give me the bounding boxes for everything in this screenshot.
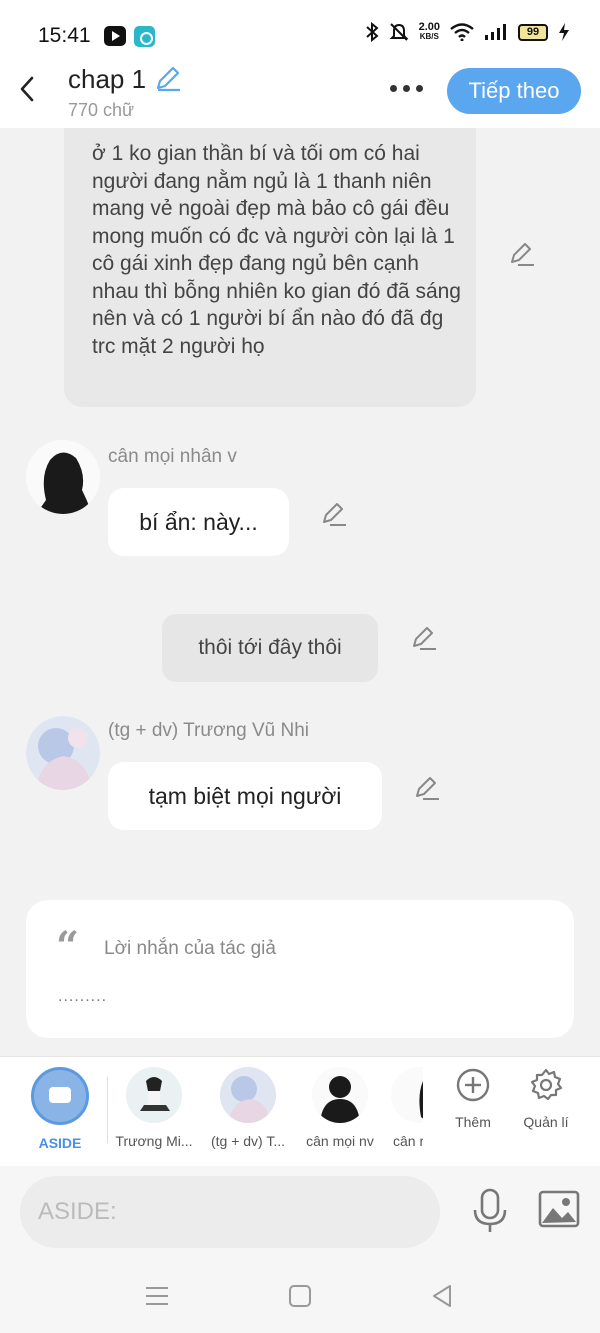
character-item[interactable]: cân mọi nv xyxy=(293,1067,387,1149)
menu-icon[interactable] xyxy=(142,1282,172,1310)
aside-bubble[interactable]: thôi tới đây thôi xyxy=(162,614,378,682)
edit-message-icon[interactable] xyxy=(410,624,438,652)
add-label: Thêm xyxy=(455,1114,491,1130)
status-icons: 2.00 KB/S 99 xyxy=(365,22,570,42)
image-icon[interactable] xyxy=(538,1190,580,1228)
chapter-title[interactable]: chap 1 xyxy=(68,64,146,95)
character-aside[interactable]: ASIDE xyxy=(13,1067,107,1151)
navigation-bar xyxy=(0,1258,600,1333)
character-item[interactable]: cân m xyxy=(387,1067,423,1149)
status-bar: 15:41 2.00 KB/S 99 xyxy=(0,0,600,60)
message-input[interactable] xyxy=(20,1176,440,1248)
bluetooth-icon xyxy=(365,22,379,42)
author-note-title: Lời nhắn của tác giả xyxy=(104,938,276,959)
battery-icon: 99 xyxy=(518,23,548,41)
home-icon[interactable] xyxy=(285,1282,315,1310)
author-note-body: ......... xyxy=(58,988,108,1005)
mute-icon xyxy=(389,23,408,41)
message-bubble[interactable]: bí ẩn: này... xyxy=(108,488,289,556)
app-icon xyxy=(134,26,155,47)
character-item[interactable]: (tg + dv) T... xyxy=(201,1067,295,1149)
character-label: cân mọi nv xyxy=(306,1133,374,1149)
character-bar: ASIDE Trương Mi... (tg + dv) T... cân mọ… xyxy=(0,1056,600,1166)
signal-icon xyxy=(485,24,506,40)
edit-title-icon[interactable] xyxy=(154,64,182,92)
plus-circle-icon xyxy=(456,1068,490,1102)
edit-message-icon[interactable] xyxy=(320,500,348,528)
gear-icon xyxy=(530,1068,563,1101)
quote-icon: “ xyxy=(56,923,80,970)
character-avatar xyxy=(220,1067,276,1123)
edit-message-icon[interactable] xyxy=(508,240,536,268)
network-speed: 2.00 KB/S xyxy=(419,22,440,42)
avatar[interactable] xyxy=(26,440,100,514)
more-options-icon[interactable] xyxy=(386,76,426,100)
network-speed-unit: KB/S xyxy=(419,32,439,41)
narration-bubble[interactable]: ở 1 ko gian thần bí và tối om có hai ngư… xyxy=(64,128,476,407)
edit-message-icon[interactable] xyxy=(413,774,441,802)
youtube-icon xyxy=(104,26,126,46)
message-text: bí ẩn: này... xyxy=(139,508,258,535)
character-label: ASIDE xyxy=(38,1135,82,1151)
manage-label: Quản lí xyxy=(523,1114,569,1130)
character-avatar xyxy=(391,1067,423,1123)
aside-icon xyxy=(31,1067,89,1125)
back-icon[interactable] xyxy=(16,74,40,104)
character-label: cân m xyxy=(393,1133,423,1149)
message-text: tạm biệt mọi người xyxy=(148,782,342,809)
editor-header: chap 1 770 chữ Tiếp theo xyxy=(0,60,600,128)
microphone-icon[interactable] xyxy=(470,1188,510,1234)
input-bar xyxy=(0,1166,600,1258)
next-button[interactable]: Tiếp theo xyxy=(447,68,581,114)
avatar[interactable] xyxy=(26,716,100,790)
character-label: Trương Mi... xyxy=(115,1133,193,1149)
character-item[interactable]: Trương Mi... xyxy=(107,1067,201,1149)
aside-text: thôi tới đây thôi xyxy=(198,636,342,659)
manage-button[interactable]: Quản lí xyxy=(511,1067,581,1130)
narration-text: ở 1 ko gian thần bí và tối om có hai ngư… xyxy=(92,142,461,358)
wifi-icon xyxy=(450,23,474,41)
character-avatar xyxy=(312,1067,368,1123)
silhouette-avatar-icon xyxy=(26,440,100,514)
status-time: 15:41 xyxy=(38,24,91,47)
back-nav-icon[interactable] xyxy=(428,1282,458,1310)
speaker-name: cân mọi nhân v xyxy=(108,446,237,467)
message-bubble[interactable]: tạm biệt mọi người xyxy=(108,762,382,830)
charging-icon xyxy=(559,23,569,41)
anime-avatar-icon xyxy=(26,716,100,790)
character-avatar xyxy=(126,1067,182,1123)
speaker-name: (tg + dv) Trương Vũ Nhi xyxy=(108,720,310,741)
word-count: 770 chữ xyxy=(68,100,135,120)
character-label: (tg + dv) T... xyxy=(210,1133,286,1149)
author-note-card[interactable]: “ Lời nhắn của tác giả ......... xyxy=(26,900,574,1038)
add-character-button[interactable]: Thêm xyxy=(438,1067,508,1130)
